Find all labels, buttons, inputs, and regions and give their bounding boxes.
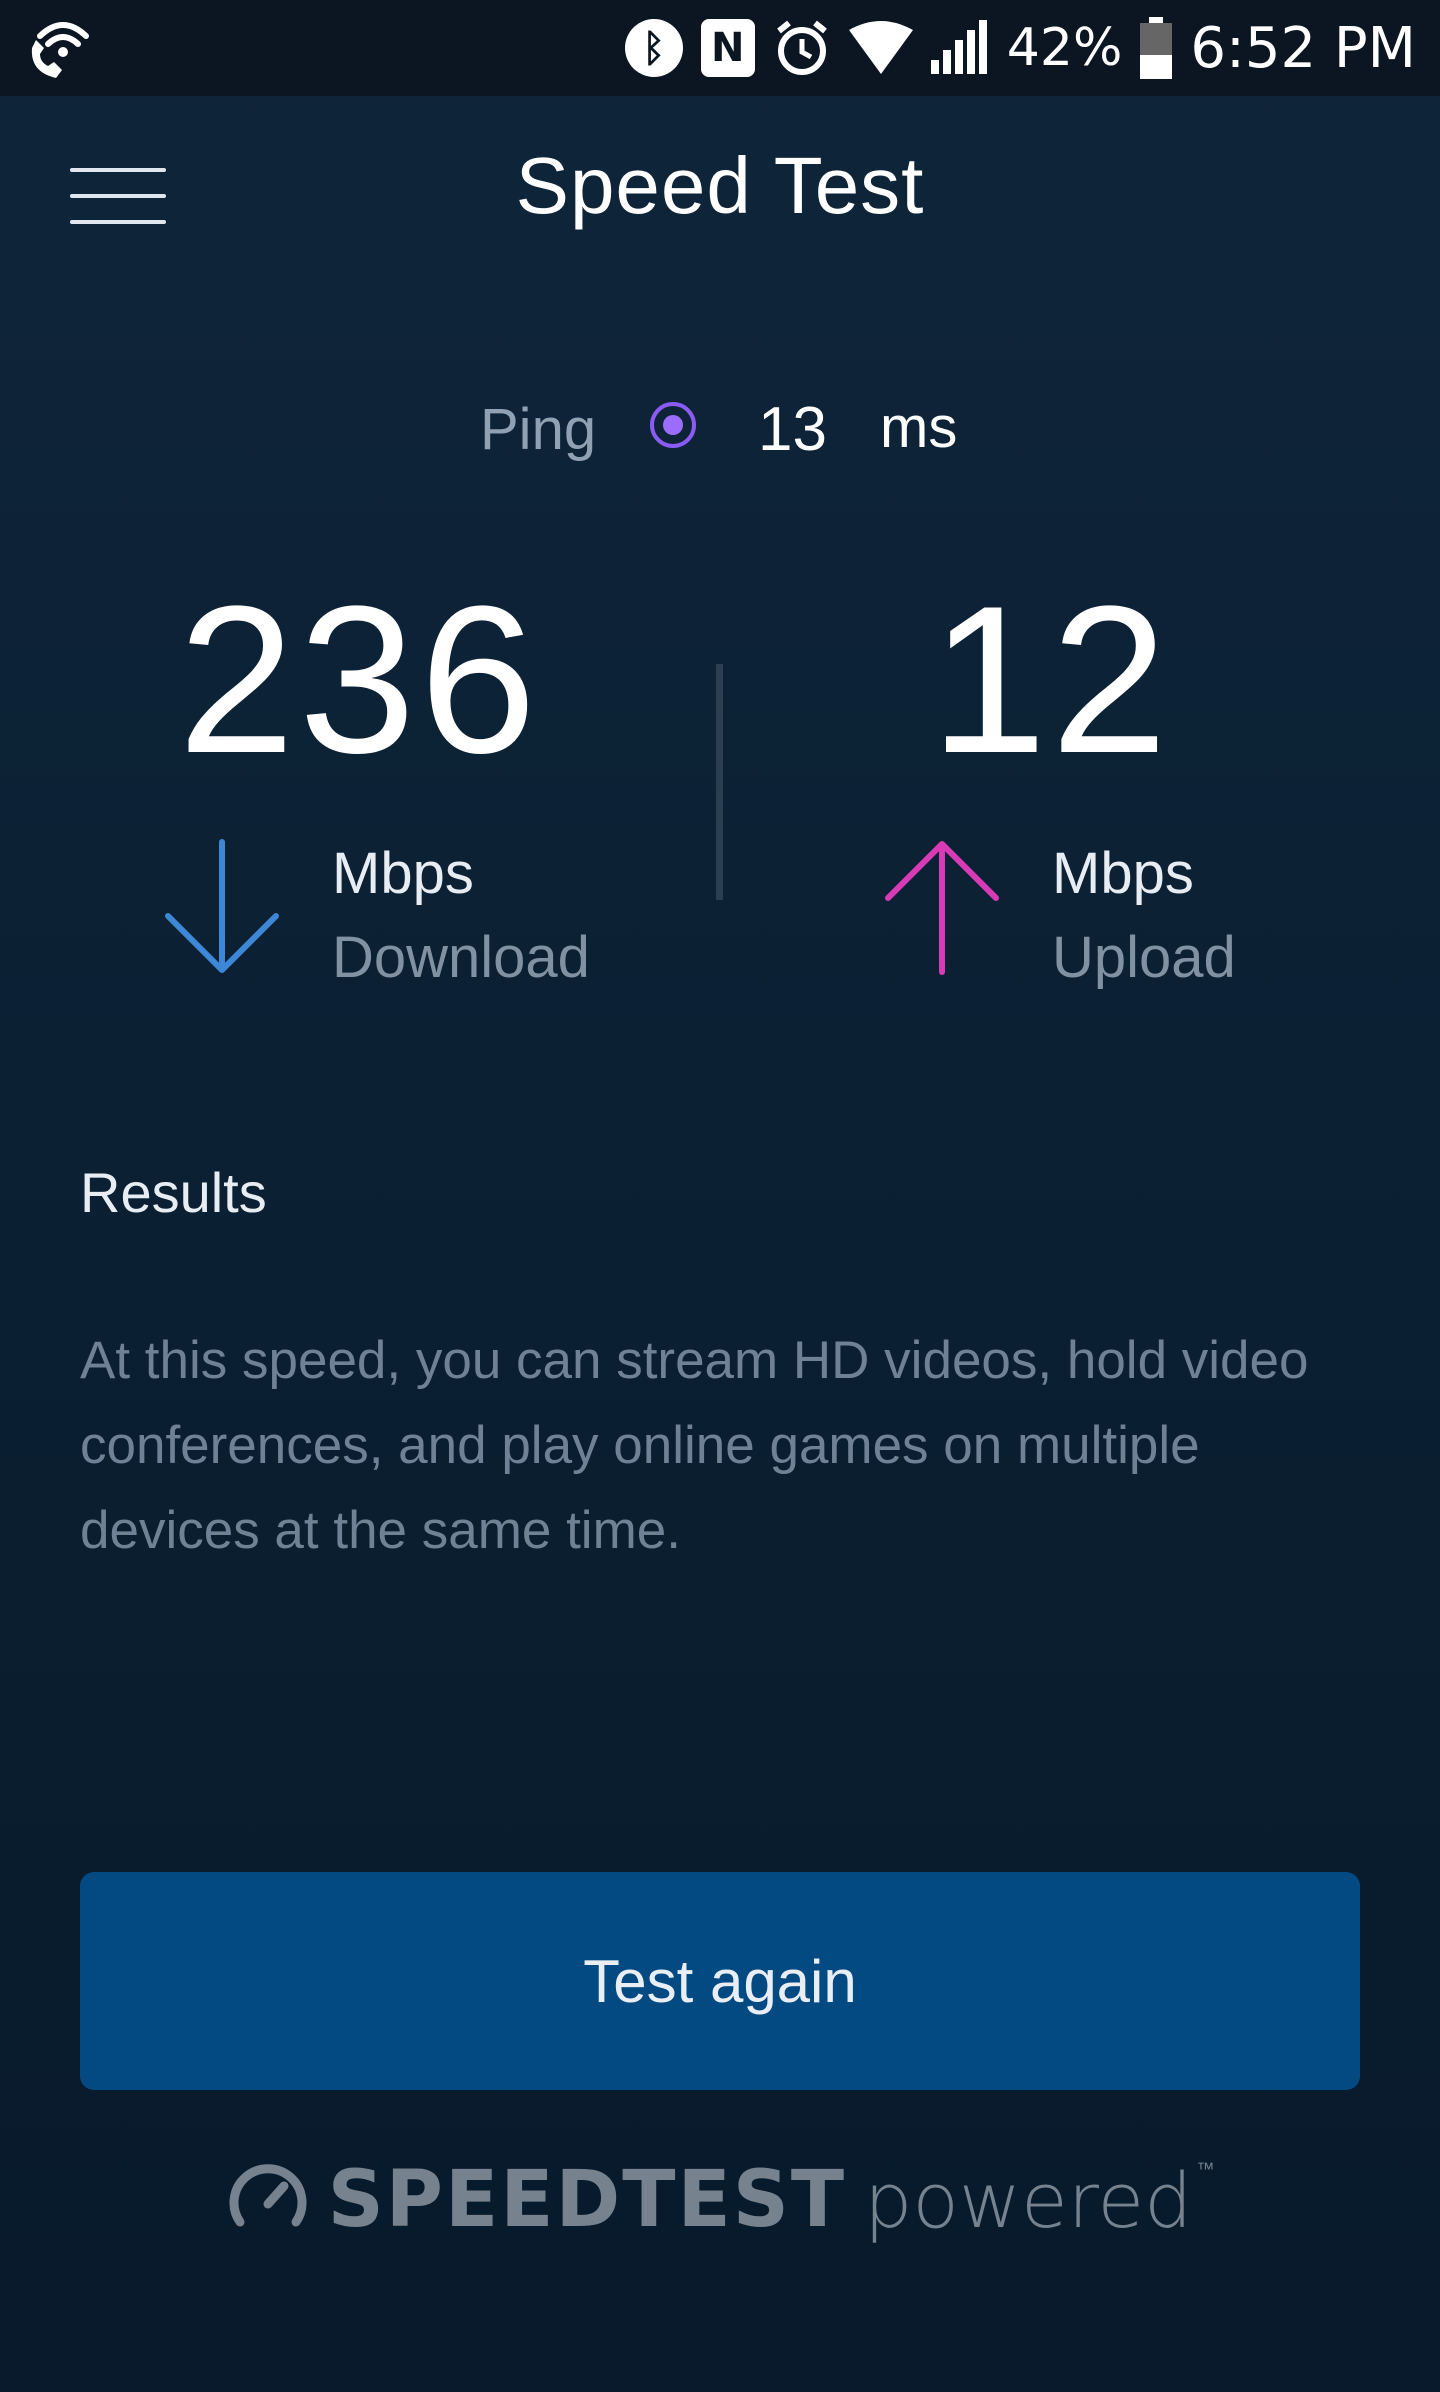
speedtest-powered-logo: SPEEDTEST powered ™ — [0, 2145, 1440, 2255]
up-arrow-icon — [882, 838, 1002, 983]
page-title: Speed Test — [515, 141, 925, 230]
powered-text: powered — [864, 2155, 1193, 2245]
status-bar: ᛒ N 42% 6:52 PM — [0, 0, 1440, 96]
ping-row: Ping 13 ms — [0, 390, 1440, 470]
wifi-icon — [848, 20, 913, 76]
download-value: 236 — [178, 562, 541, 797]
trademark-symbol: ™ — [1196, 2159, 1215, 2179]
nfc-icon: N — [700, 19, 755, 77]
ping-indicator-icon — [650, 402, 696, 448]
speedtest-gauge-icon — [226, 2156, 310, 2245]
upload-unit: Mbps — [1052, 841, 1194, 906]
metrics-divider — [716, 664, 723, 900]
ping-label: Ping — [480, 397, 597, 462]
battery-icon — [1140, 17, 1173, 79]
upload-value: 12 — [930, 562, 1172, 797]
bluetooth-icon: ᛒ — [624, 19, 683, 77]
alarm-icon — [773, 19, 831, 77]
test-again-button[interactable]: Test again — [80, 1872, 1360, 2090]
signal-icon — [930, 20, 989, 76]
battery-percent: 42% — [1006, 18, 1123, 78]
download-label: Download — [332, 925, 590, 990]
download-unit: Mbps — [332, 841, 474, 906]
wifi-calling-icon — [26, 14, 100, 85]
down-arrow-icon — [162, 838, 282, 983]
upload-label: Upload — [1052, 925, 1236, 990]
ping-unit: ms — [880, 395, 958, 460]
results-heading: Results — [80, 1161, 267, 1224]
clock: 6:52 PM — [1190, 15, 1416, 81]
results-description: At this speed, you can stream HD videos,… — [80, 1331, 1309, 1560]
ping-value: 13 — [758, 395, 827, 464]
speedtest-wordmark: SPEEDTEST — [327, 2155, 847, 2245]
